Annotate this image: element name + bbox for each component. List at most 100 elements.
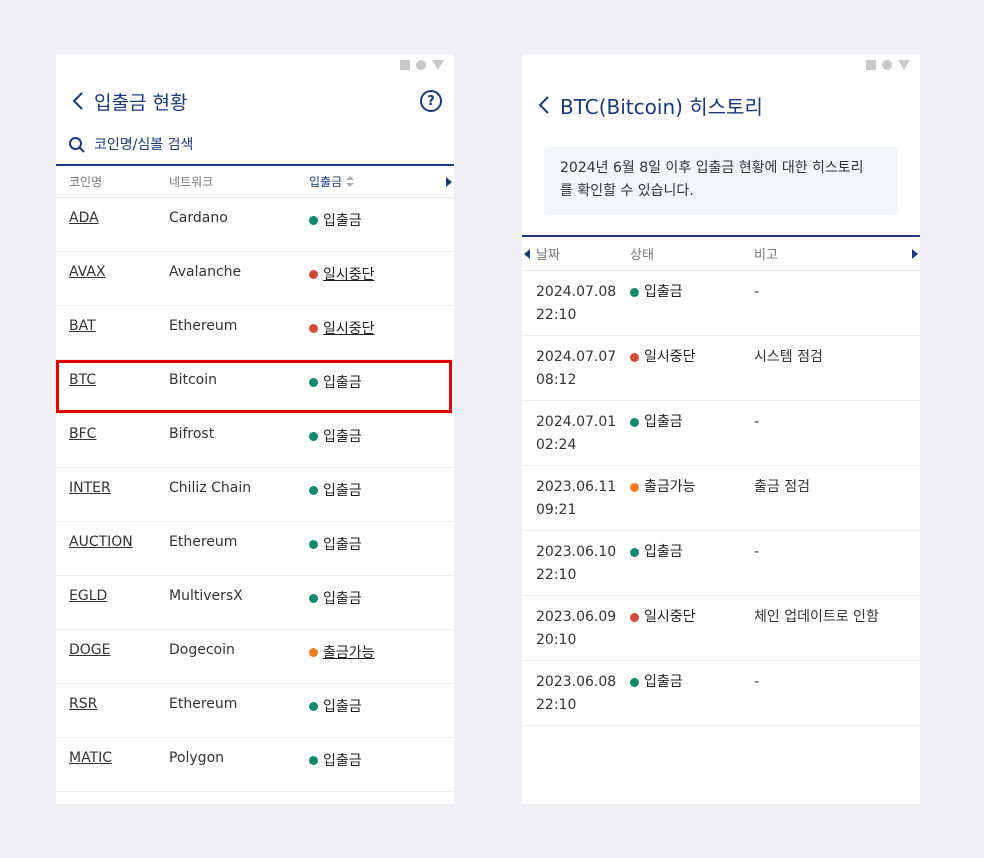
- status-dot-icon: [309, 755, 318, 765]
- date: 2024.07.01: [536, 414, 617, 430]
- status-dot-icon: [630, 353, 639, 362]
- status-bar: [56, 54, 454, 76]
- square-icon: [400, 60, 410, 70]
- time: 22:10: [536, 567, 577, 583]
- table-row[interactable]: ADA Cardano 입출금: [56, 198, 454, 252]
- notice-box: 2024년 6월 8일 이후 입출금 현황에 대한 히스토리 를 확인할 수 있…: [544, 147, 898, 215]
- status-label: 입출금: [323, 429, 362, 445]
- coin-symbol-link[interactable]: INTER: [56, 480, 169, 496]
- time: 09:21: [536, 502, 577, 518]
- table-row[interactable]: BAT Ethereum 일시중단: [56, 306, 454, 360]
- network-name: Bitcoin: [169, 372, 218, 388]
- scroll-left-icon[interactable]: [524, 248, 530, 259]
- deposit-status-screen: 입출금 현황 ? 코인명 네트워크 입출금 ADACardano입출금AVAXA…: [56, 54, 454, 804]
- table-row[interactable]: DOGE Dogecoin 출금가능: [56, 630, 454, 684]
- datetime: 2023.06.11 09:21: [522, 476, 630, 522]
- date: 2023.06.08: [536, 674, 617, 690]
- coin-symbol-link[interactable]: AUCTION: [56, 534, 169, 550]
- status-dot-icon: [309, 593, 318, 603]
- table-row[interactable]: INTER Chiliz Chain 입출금: [56, 468, 454, 522]
- history-row: 2023.06.08 22:10 입출금 -: [522, 661, 920, 726]
- status-label: 입출금: [644, 284, 683, 300]
- table-row[interactable]: BFC Bifrost 입출금: [56, 414, 454, 468]
- help-icon[interactable]: ?: [420, 90, 442, 112]
- time: 22:10: [536, 307, 577, 323]
- status-label: 일시중단: [323, 321, 375, 337]
- scroll-right-icon[interactable]: [912, 248, 918, 259]
- date: 2023.06.10: [536, 544, 617, 560]
- network-name: Chiliz Chain: [169, 480, 252, 496]
- coin-symbol-link[interactable]: RSR: [56, 696, 169, 712]
- history-row: 2024.07.01 02:24 입출금 -: [522, 401, 920, 466]
- col-status-sort[interactable]: 입출금: [309, 173, 454, 190]
- status-badge: 일시중단: [630, 606, 754, 629]
- coin-symbol-link[interactable]: BAT: [56, 318, 169, 334]
- history-list: 2024.07.08 22:10 입출금 - 2024.07.07 08:12 일시중단 시스…: [522, 271, 920, 726]
- note: -: [754, 414, 760, 430]
- status-label: 일시중단: [644, 609, 696, 625]
- table-row[interactable]: AVAX Avalanche 일시중단: [56, 252, 454, 306]
- status-badge: 일시중단: [630, 346, 754, 369]
- status-label: 입출금: [644, 674, 683, 690]
- table-row[interactable]: MATIC Polygon 입출금: [56, 738, 454, 792]
- sort-icon: [346, 176, 355, 187]
- status-label: 입출금: [323, 591, 362, 607]
- history-row: 2023.06.09 20:10 일시중단 체인 업데이트로 인함: [522, 596, 920, 661]
- time: 20:10: [536, 632, 577, 648]
- status-label: 입출금: [323, 375, 362, 391]
- back-icon[interactable]: [68, 91, 88, 111]
- search-icon: [69, 137, 85, 153]
- coin-symbol-link[interactable]: DOGE: [56, 642, 169, 658]
- coin-symbol-link[interactable]: BTC: [56, 372, 169, 388]
- datetime: 2023.06.09 20:10: [522, 606, 630, 652]
- search-bar: [56, 126, 454, 166]
- status-label: 입출금: [644, 414, 683, 430]
- status-label: 일시중단: [644, 349, 696, 365]
- back-icon[interactable]: [534, 95, 554, 115]
- coin-symbol-link[interactable]: BFC: [56, 426, 169, 442]
- table-row[interactable]: AUCTION Ethereum 입출금: [56, 522, 454, 576]
- triangle-icon: [898, 60, 910, 70]
- search-input[interactable]: [94, 137, 394, 153]
- network-name: Ethereum: [169, 318, 238, 334]
- scroll-right-icon[interactable]: [446, 176, 452, 187]
- col-date: 날짜: [536, 248, 560, 263]
- status-dot-icon: [630, 548, 639, 557]
- status-badge: 입출금: [309, 372, 454, 392]
- btc-history-screen: BTC(Bitcoin) 히스토리 2024년 6월 8일 이후 입출금 현황에…: [522, 54, 920, 804]
- table-row[interactable]: RSR Ethereum 입출금: [56, 684, 454, 738]
- date: 2024.07.07: [536, 349, 617, 365]
- circle-icon: [416, 60, 426, 70]
- status-dot-icon: [309, 431, 318, 441]
- status-badge: 입출금: [309, 696, 454, 716]
- coin-symbol-link[interactable]: MATIC: [56, 750, 169, 766]
- status-badge: 입출금: [630, 411, 754, 434]
- status-badge[interactable]: 일시중단: [309, 264, 454, 284]
- coin-symbol-link[interactable]: AVAX: [56, 264, 169, 280]
- status-dot-icon: [309, 269, 318, 279]
- status-badge: 입출금: [309, 534, 454, 554]
- status-dot-icon: [309, 485, 318, 495]
- datetime: 2023.06.08 22:10: [522, 671, 630, 717]
- coin-symbol-link[interactable]: EGLD: [56, 588, 169, 604]
- history-row: 2023.06.11 09:21 출금가능 출금 점검: [522, 466, 920, 531]
- table-row[interactable]: BTC Bitcoin 입출금: [56, 360, 454, 414]
- status-badge: 입출금: [630, 281, 754, 304]
- datetime: 2024.07.08 22:10: [522, 281, 630, 327]
- history-row: 2024.07.07 08:12 일시중단 시스템 점검: [522, 336, 920, 401]
- status-badge[interactable]: 일시중단: [309, 318, 454, 338]
- table-row[interactable]: EGLD MultiversX 입출금: [56, 576, 454, 630]
- coin-list: ADA Cardano 입출금 AVAX Avalanche 일시중단 BAT Ethereu…: [56, 198, 454, 792]
- status-badge[interactable]: 출금가능: [309, 642, 454, 662]
- datetime: 2023.06.10 22:10: [522, 541, 630, 587]
- status-label: 입출금: [323, 483, 362, 499]
- status-dot-icon: [309, 539, 318, 549]
- table-header: 코인명 네트워크 입출금: [56, 166, 454, 198]
- header: BTC(Bitcoin) 히스토리: [522, 76, 920, 134]
- coin-symbol-link[interactable]: ADA: [56, 210, 169, 226]
- status-dot-icon: [309, 323, 318, 333]
- status-label: 입출금: [644, 544, 683, 560]
- square-icon: [866, 60, 876, 70]
- status-dot-icon: [309, 647, 318, 657]
- status-label: 일시중단: [323, 267, 375, 283]
